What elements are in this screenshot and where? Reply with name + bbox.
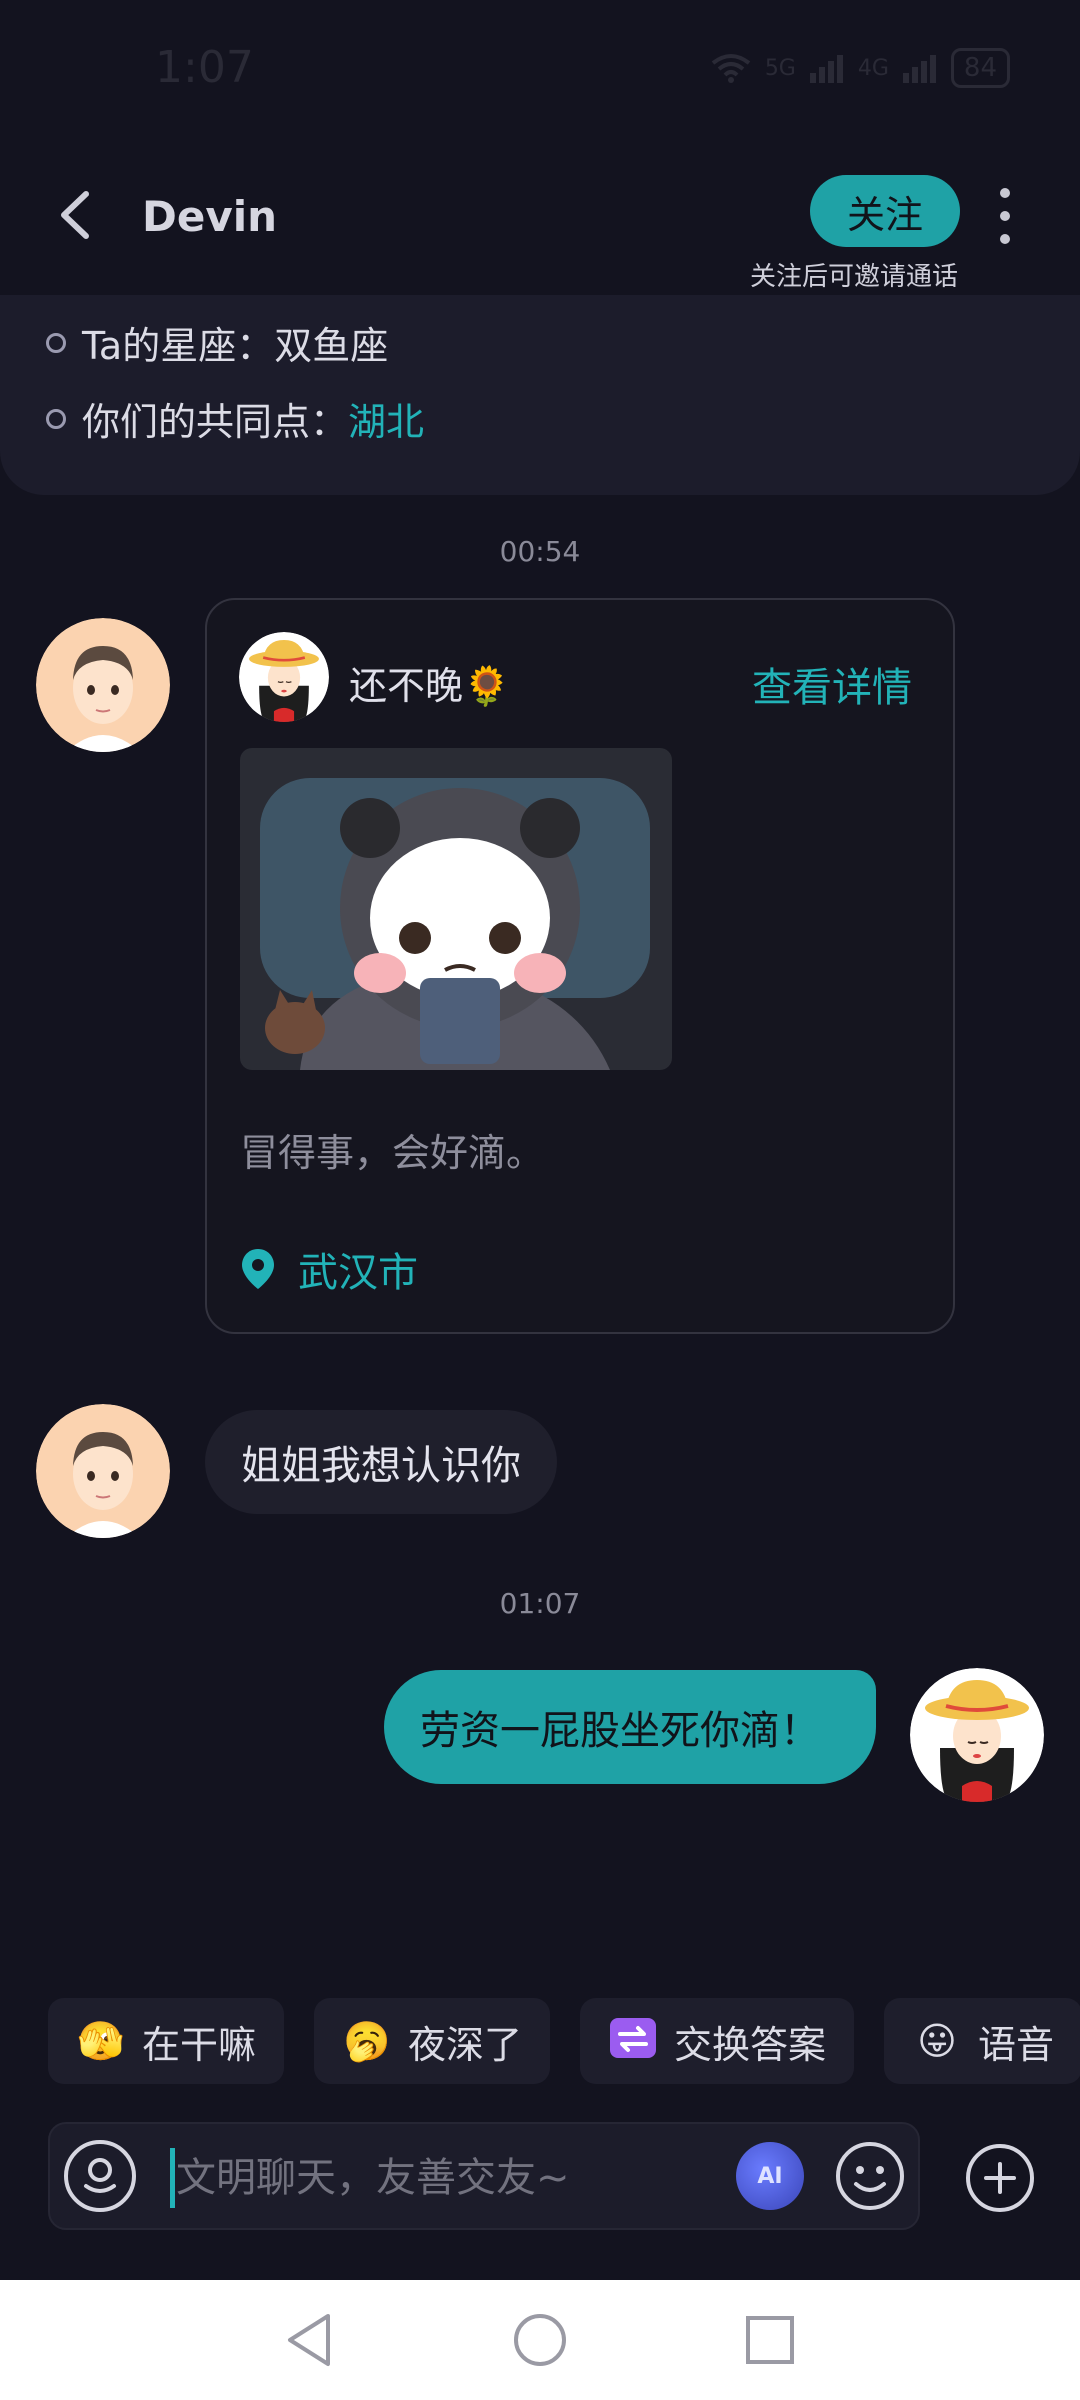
- avatar[interactable]: [910, 1668, 1044, 1802]
- nav-back-button[interactable]: [278, 2308, 342, 2372]
- zodiac-value: 双鱼座: [274, 324, 389, 368]
- signal-icon: [809, 55, 843, 83]
- ai-label: AI: [757, 2163, 783, 2189]
- plus-icon: [966, 2144, 1034, 2212]
- tongue-emoji-icon: 😛: [917, 2019, 957, 2063]
- profile-info-card: Ta的星座： 双鱼座 你们的共同点： 湖北: [0, 295, 1080, 495]
- page-title: Devin: [142, 192, 278, 241]
- location-pin-icon: [242, 1249, 274, 1289]
- common-label: 你们的共同点：: [82, 400, 349, 444]
- voice-input-button[interactable]: [62, 2138, 138, 2214]
- smiley-icon: [836, 2142, 904, 2210]
- emoji-button[interactable]: [834, 2140, 906, 2212]
- post-image[interactable]: [240, 748, 672, 1070]
- shared-post-card[interactable]: 还不晚🌻 查看详情 冒得事，会好滴。 武汉市: [205, 598, 955, 1334]
- post-author-name: 还不晚🌻: [349, 664, 511, 708]
- zodiac-row: Ta的星座： 双鱼座: [46, 315, 388, 370]
- wifi-icon: [711, 54, 751, 83]
- avatar[interactable]: [36, 1404, 170, 1538]
- zodiac-label: Ta的星座：: [82, 324, 275, 368]
- chip-label: 夜深了: [408, 2022, 523, 2067]
- female-avatar-icon: [910, 1668, 1044, 1802]
- avatar[interactable]: [36, 618, 170, 752]
- ai-assistant-button[interactable]: AI: [736, 2142, 804, 2210]
- circle-home-icon: [514, 2314, 566, 2366]
- chip-label: 语音: [978, 2022, 1055, 2067]
- bullet-icon: [46, 332, 66, 353]
- timestamp: 00:54: [499, 535, 581, 568]
- text-cursor: [170, 2148, 175, 2208]
- bullet-icon: [46, 408, 66, 429]
- quick-reply-chip[interactable]: 😛 语音: [884, 1998, 1080, 2084]
- message-text: 姐姐我想认识你: [241, 1443, 521, 1489]
- follow-hint: 关注后可邀请通话: [750, 262, 959, 292]
- panda-sticker-image: [240, 748, 672, 1070]
- status-time: 1:07: [155, 42, 254, 93]
- common-value[interactable]: 湖北: [348, 391, 424, 446]
- quick-reply-chip[interactable]: 🫣 在干嘛: [48, 1998, 285, 2084]
- peek-emoji-icon: 🫣: [77, 2018, 125, 2063]
- message-text: 劳资一屁股坐死你滴！: [420, 1708, 820, 1754]
- dot-icon: [1000, 234, 1010, 244]
- view-details-link[interactable]: 查看详情: [752, 655, 912, 713]
- more-actions-button[interactable]: [964, 2142, 1036, 2214]
- back-button[interactable]: [50, 180, 100, 250]
- follow-button[interactable]: 关注: [810, 175, 960, 247]
- chat-header: Devin 关注 关注后可邀请通话: [0, 150, 1080, 292]
- timestamp: 01:07: [499, 1587, 581, 1620]
- male-avatar-icon: [36, 1404, 170, 1538]
- nav-home-button[interactable]: [508, 2308, 572, 2372]
- triangle-back-icon: [288, 2314, 330, 2366]
- dot-icon: [1000, 188, 1010, 198]
- network-label-1: 5G: [764, 55, 796, 81]
- quick-reply-chip[interactable]: 🥱 夜深了: [314, 1998, 551, 2084]
- square-recents-icon: [746, 2316, 794, 2364]
- male-avatar-icon: [36, 618, 170, 752]
- quick-reply-chip[interactable]: 交换答案: [580, 1998, 855, 2084]
- chip-label: 在干嘛: [142, 2022, 257, 2067]
- dot-icon: [1000, 211, 1010, 221]
- sleepy-emoji-icon: 🥱: [343, 2018, 391, 2063]
- battery-indicator: 84: [950, 48, 1010, 88]
- post-location[interactable]: 武汉市: [240, 1240, 418, 1298]
- message-input[interactable]: [176, 2142, 726, 2214]
- system-nav-bar: [0, 2280, 1080, 2400]
- female-avatar-icon: [239, 632, 329, 722]
- status-icons: 5G 4G 84: [711, 48, 1010, 88]
- common-row: 你们的共同点： 湖北: [46, 391, 424, 446]
- network-label-2: 4G: [857, 55, 889, 81]
- post-text: 冒得事，会好滴。: [240, 1131, 545, 1175]
- post-author-avatar[interactable]: [239, 632, 329, 722]
- more-options-button[interactable]: [990, 188, 1020, 244]
- voice-icon: [64, 2140, 136, 2212]
- outgoing-message-bubble[interactable]: 劳资一屁股坐死你滴！: [384, 1670, 876, 1784]
- exchange-icon: [608, 2016, 658, 2066]
- chip-label: 交换答案: [674, 2022, 827, 2067]
- signal-icon: [902, 55, 936, 83]
- incoming-message-bubble[interactable]: 姐姐我想认识你: [205, 1410, 557, 1514]
- nav-recents-button[interactable]: [738, 2308, 802, 2372]
- message-input-bar: AI: [48, 2122, 920, 2230]
- back-arrow-icon: [61, 191, 89, 239]
- location-name: 武汉市: [298, 1250, 418, 1296]
- status-bar: 1:07 5G 4G 84: [0, 0, 1080, 140]
- quick-reply-bar: 🫣 在干嘛 🥱 夜深了 交换答案 😛 语音: [48, 1998, 1080, 2084]
